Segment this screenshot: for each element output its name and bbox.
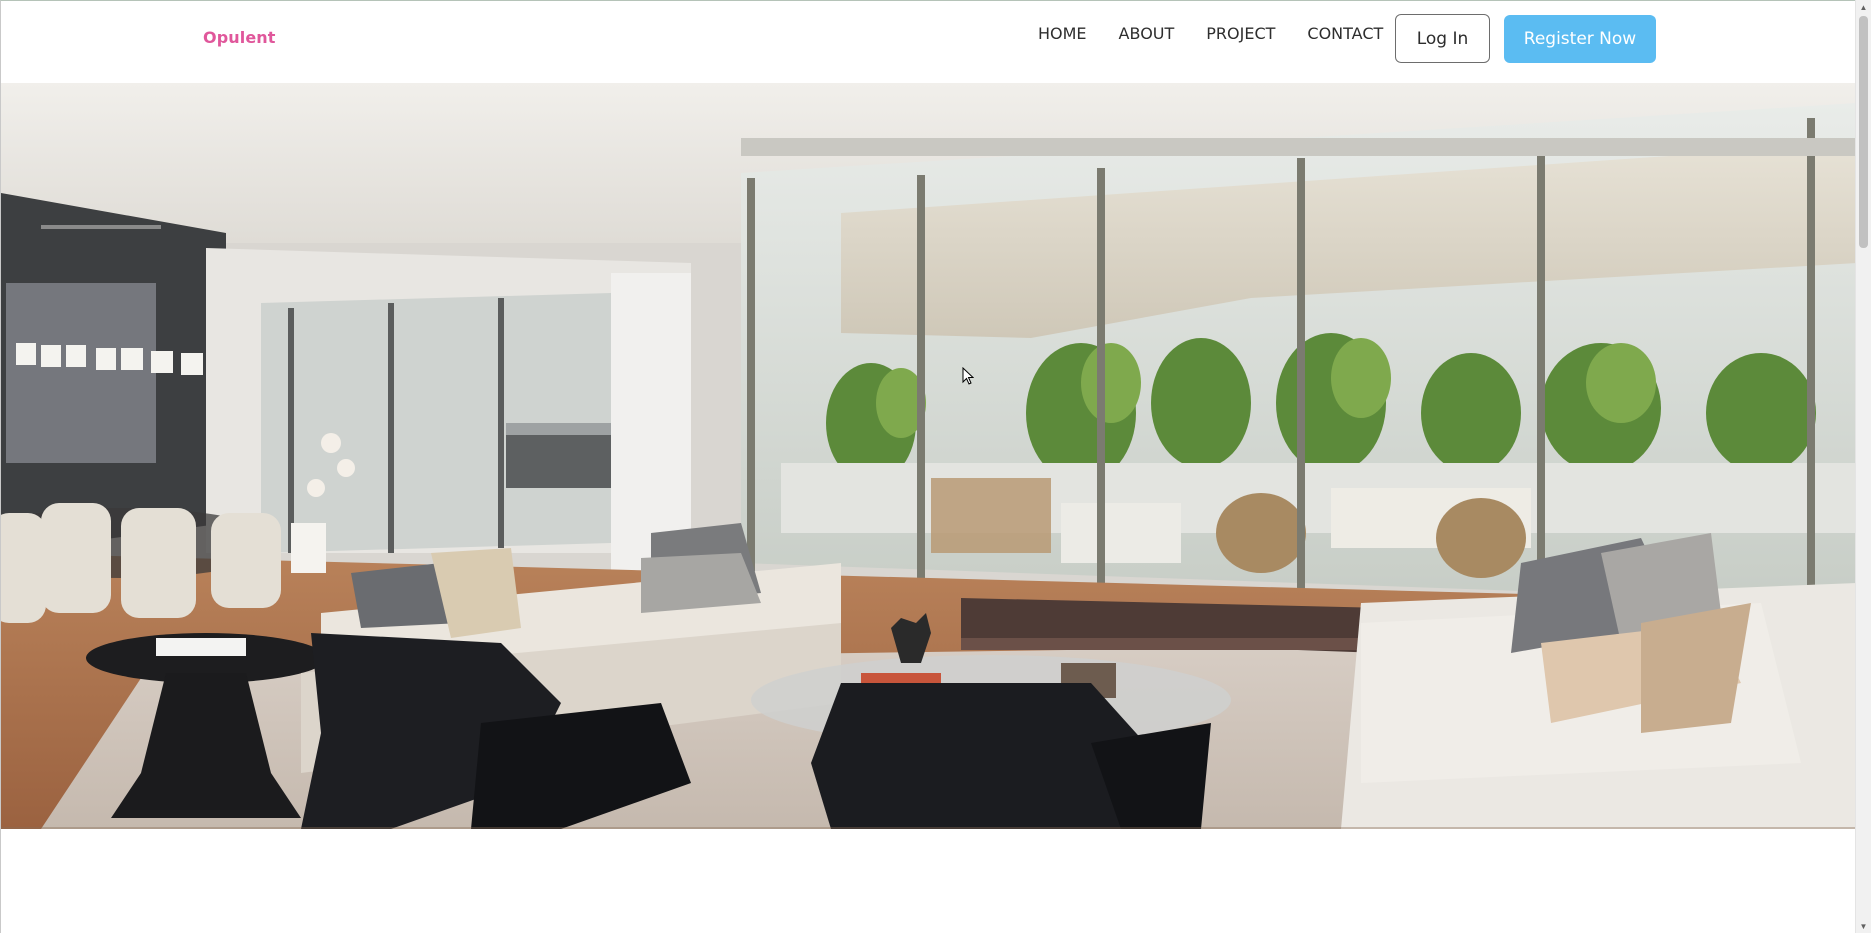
- register-button[interactable]: Register Now: [1504, 15, 1656, 63]
- vertical-scrollbar[interactable]: ▲ ▼: [1855, 0, 1871, 933]
- browser-viewport: Opulent HOME ABOUT PROJECT CONTACT Log I…: [0, 0, 1871, 933]
- nav-link-home[interactable]: HOME: [1038, 24, 1087, 44]
- scrollbar-thumb[interactable]: [1859, 16, 1868, 248]
- nav-menu: HOME ABOUT PROJECT CONTACT: [1038, 24, 1383, 44]
- nav-link-contact[interactable]: CONTACT: [1307, 24, 1383, 44]
- login-button[interactable]: Log In: [1395, 14, 1490, 63]
- hero-image: [1, 83, 1857, 829]
- nav-link-about[interactable]: ABOUT: [1119, 24, 1175, 44]
- triangle-up-icon[interactable]: ▲: [1856, 0, 1871, 14]
- brand-logo[interactable]: Opulent: [203, 28, 276, 47]
- living-room-interior-photo: [1, 83, 1857, 829]
- triangle-down-icon[interactable]: ▼: [1856, 919, 1871, 933]
- navbar: Opulent HOME ABOUT PROJECT CONTACT Log I…: [1, 1, 1855, 83]
- nav-link-project[interactable]: PROJECT: [1206, 24, 1275, 44]
- landing-page: Opulent HOME ABOUT PROJECT CONTACT Log I…: [0, 0, 1857, 933]
